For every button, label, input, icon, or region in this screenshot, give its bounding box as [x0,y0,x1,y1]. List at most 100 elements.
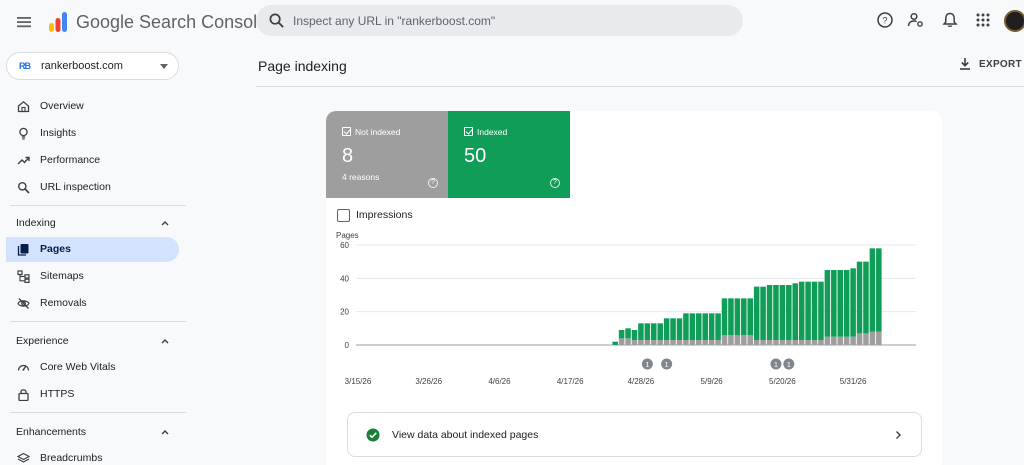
bar-not-indexed [696,340,702,345]
bar-indexed [863,261,869,334]
bar-indexed [786,285,792,340]
chevron-up-icon [161,339,169,344]
checkbox-checked-icon [464,127,473,136]
bar-not-indexed [856,333,863,345]
header-divider [256,86,1024,87]
x-tick-label: 3/15/26 [345,377,372,386]
bar-indexed [683,313,689,340]
bar-not-indexed [760,340,766,345]
home-icon [17,100,30,113]
bar-indexed [702,313,708,340]
bar-not-indexed [676,340,683,345]
bar-indexed [734,298,741,335]
x-tick-label: 3/26/26 [415,377,442,386]
section-experience[interactable]: Experience [10,331,179,351]
bar-not-indexed [850,336,856,345]
check-circle-icon [366,428,380,442]
bar-indexed [811,281,818,340]
bar-indexed [753,286,760,340]
bar-indexed [612,341,618,345]
x-tick-label: 5/9/26 [701,377,724,386]
bar-not-indexed [663,340,670,345]
search-icon [18,182,30,194]
bar-indexed [856,261,863,334]
bar-indexed [689,313,696,340]
bar-indexed [876,248,882,332]
property-name: rankerboost.com [41,60,123,72]
y-tick-label: 60 [340,241,349,250]
not-indexed-tile[interactable]: Not indexed 8 4 reasons ? [326,111,448,198]
sidebar-item-url-inspection[interactable]: URL inspection [6,175,179,200]
sidebar-item-removals[interactable]: Removals [6,291,179,316]
bar-indexed [663,318,670,340]
sitemap-icon [17,270,30,283]
search-input[interactable] [293,9,723,32]
x-tick-label: 4/6/26 [488,377,511,386]
bar-not-indexed [683,340,689,345]
bar-not-indexed [728,335,734,345]
bar-not-indexed [618,338,625,345]
section-indexing[interactable]: Indexing [10,213,179,233]
sidebar-divider [10,205,186,206]
bar-not-indexed [805,340,811,345]
view-indexed-pages-link[interactable]: View data about indexed pages [347,412,922,457]
help-icon[interactable]: ? [428,178,438,188]
tile-value: 8 [342,145,354,167]
help-icon[interactable]: ? [550,178,560,188]
help-icon[interactable]: ? [876,11,894,29]
annotation-label: 1 [774,360,778,369]
bar-not-indexed [651,340,657,345]
bar-not-indexed [779,340,786,345]
url-inspection-search[interactable] [256,5,743,36]
indexing-bar-chart: Pages02040601 1 1 13/15/26 3/26/26 4/6/26 4/17… [336,231,916,386]
sidebar-item-overview[interactable]: Overview [6,94,179,119]
tile-label: Indexed [477,127,508,137]
gauge-icon [17,364,30,371]
bar-indexed [728,298,734,335]
sidebar-item-https[interactable]: HTTPS [6,382,179,407]
bar-indexed [657,323,663,340]
sidebar-item-insights[interactable]: Insights [6,121,179,146]
bar-indexed [651,323,657,340]
bar-not-indexed [747,335,753,345]
indexed-tile[interactable]: Indexed 50 ? [448,111,570,198]
bar-not-indexed [766,340,773,345]
y-tick-label: 20 [340,308,349,317]
menu-icon[interactable] [14,12,34,32]
bar-indexed [638,323,644,340]
apps-grid-icon[interactable] [974,11,992,29]
y-axis-label: Pages [336,231,359,240]
export-button[interactable]: EXPORT [958,56,1022,74]
notifications-bell-icon[interactable] [941,11,959,29]
bar-not-indexed [824,336,831,345]
sidebar-item-breadcrumbs[interactable]: Breadcrumbs [6,446,179,465]
y-tick-label: 0 [345,341,350,350]
sidebar-divider [10,321,186,322]
page-indexing-card: Not indexed 8 4 reasons ? Indexed 50 ? I… [326,111,942,465]
sidebar-item-sitemaps[interactable]: Sitemaps [6,264,179,289]
bar-indexed [760,286,766,340]
sidebar-item-performance[interactable]: Performance [6,148,179,173]
checkbox-unchecked-icon [337,209,350,222]
account-avatar[interactable] [1004,10,1024,32]
property-selector[interactable]: RB rankerboost.com [6,52,179,80]
bar-not-indexed [831,336,837,345]
sidebar-item-pages[interactable]: Pages [6,237,179,262]
x-tick-label: 4/17/26 [557,377,584,386]
bar-not-indexed [811,340,818,345]
annotation-label: 1 [787,360,791,369]
manage-users-icon[interactable] [907,11,925,29]
sidebar-divider [10,412,186,413]
sidebar-item-core-web-vitals[interactable]: Core Web Vitals [6,355,179,380]
bar-not-indexed [644,340,651,345]
section-enhancements[interactable]: Enhancements [10,422,179,442]
bar-not-indexed [657,340,663,345]
bar-indexed [670,318,676,340]
bar-indexed [644,323,651,340]
bar-not-indexed [843,336,850,345]
bar-indexed [766,285,773,340]
bar-not-indexed [625,338,631,345]
sidebar: RB rankerboost.com Overview Insights Per… [0,44,186,465]
bar-indexed [696,313,702,340]
x-tick-label: 4/28/26 [628,377,655,386]
